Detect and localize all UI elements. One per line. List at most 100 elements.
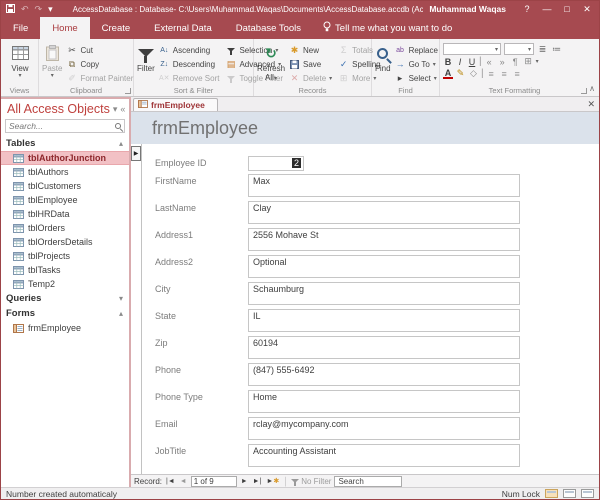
align-center-icon[interactable]: ≡ [499, 69, 510, 79]
view-button[interactable]: View▾ [4, 41, 36, 85]
record-selector-bar[interactable]: ▶ [131, 144, 142, 474]
field-input-phone-type[interactable]: Home [248, 390, 520, 413]
field-input-state[interactable]: IL [248, 309, 520, 332]
field-input-jobtitle[interactable]: Accounting Assistant [248, 444, 520, 467]
next-record-button[interactable]: ► [240, 478, 249, 485]
sidebar-item-frmEmployee[interactable]: frmEmployee [1, 321, 129, 335]
sidebar-item-tblCustomers[interactable]: tblCustomers [1, 179, 129, 193]
paste-button[interactable]: Paste▾ [42, 41, 62, 85]
customize-qat-icon[interactable]: ▾ [48, 4, 53, 15]
field-input-address1[interactable]: 2556 Mohave St [248, 228, 520, 251]
italic-button[interactable]: I [455, 57, 465, 67]
no-filter-button[interactable]: No Filter [291, 477, 331, 486]
filter-icon [138, 49, 154, 57]
text-formatting-dialog-launcher[interactable] [581, 88, 587, 94]
descending-button[interactable]: Z↓Descending [157, 57, 222, 71]
sidebar-item-tblAuthorJunction[interactable]: tblAuthorJunction [1, 151, 129, 165]
last-record-button[interactable]: ►| [252, 478, 263, 485]
ascending-button[interactable]: A↓Ascending [157, 43, 222, 57]
forms-collapse-icon[interactable]: ▴ [119, 309, 123, 318]
tables-collapse-icon[interactable]: ▴ [119, 139, 123, 148]
font-name-select[interactable]: ▾ [443, 43, 501, 55]
new-record-button[interactable]: ✱New [287, 43, 334, 57]
design-view-icon[interactable] [581, 489, 594, 498]
section-tables[interactable]: Tables ▴ [1, 136, 129, 151]
redo-icon[interactable]: ↷ [35, 4, 43, 15]
help-button[interactable]: ? [520, 4, 534, 14]
tab-home[interactable]: Home [40, 17, 89, 39]
nav-pane-title[interactable]: All Access Objects ▾ « [1, 99, 129, 118]
sidebar-item-tblHRData[interactable]: tblHRData [1, 207, 129, 221]
tab-external-data[interactable]: External Data [142, 17, 224, 39]
clipboard-dialog-launcher[interactable] [125, 88, 131, 94]
sidebar-item-tblOrdersDetails[interactable]: tblOrdersDetails [1, 235, 129, 249]
filter-button[interactable]: Filter [137, 41, 155, 85]
account-name[interactable]: Muhammad Waqas [429, 4, 506, 14]
increase-indent-icon[interactable]: » [497, 57, 508, 67]
field-input-phone[interactable]: (847) 555-6492 [248, 363, 520, 386]
format-painter-button[interactable]: ✐Format Painter [64, 71, 135, 85]
copy-button[interactable]: ⧉Copy [64, 57, 135, 71]
sidebar-item-tblAuthors[interactable]: tblAuthors [1, 165, 129, 179]
field-input-lastname[interactable]: Clay [248, 201, 520, 224]
field-input-email[interactable]: rclay@mycompany.com [248, 417, 520, 440]
sidebar-item-tblTasks[interactable]: tblTasks [1, 263, 129, 277]
section-forms[interactable]: Forms ▴ [1, 306, 129, 321]
maximize-button[interactable]: □ [560, 4, 574, 14]
paragraph-direction-icon[interactable]: ¶ [510, 57, 521, 67]
font-color-button[interactable]: A [443, 68, 453, 79]
field-input-city[interactable]: Schaumburg [248, 282, 520, 305]
gridlines-icon[interactable]: ⊞ [523, 56, 534, 67]
form-view-icon[interactable] [545, 489, 558, 498]
field-input-zip[interactable]: 60194 [248, 336, 520, 359]
queries-expand-icon[interactable]: ▾ [119, 294, 123, 303]
bold-button[interactable]: B [443, 57, 453, 67]
minimize-button[interactable]: — [540, 4, 554, 14]
close-button[interactable]: ✕ [580, 4, 594, 15]
undo-icon[interactable]: ↶ [21, 4, 29, 15]
previous-record-button[interactable]: ◄ [179, 478, 188, 485]
first-record-button[interactable]: |◄ [165, 478, 176, 485]
nav-pane-menu-icon[interactable]: ▾ [113, 104, 118, 115]
replace-button[interactable]: abReplace [393, 43, 440, 57]
field-input-employee-id[interactable]: 2 [248, 156, 304, 171]
tell-me-box[interactable]: Tell me what you want to do [313, 17, 462, 39]
sidebar-item-tblOrders[interactable]: tblOrders [1, 221, 129, 235]
datasheet-view-icon[interactable] [563, 489, 576, 498]
align-right-icon[interactable]: ≡ [512, 69, 523, 79]
tab-file[interactable]: File [1, 17, 40, 39]
record-search-input[interactable]: Search [334, 476, 402, 487]
font-size-select[interactable]: ▾ [504, 43, 534, 55]
tab-frmEmployee[interactable]: frmEmployee [133, 98, 218, 111]
decrease-indent-icon[interactable]: « [484, 57, 495, 67]
field-input-address2[interactable]: Optional [248, 255, 520, 278]
bullets-icon[interactable]: ≣ [537, 44, 548, 55]
sidebar-item-tblProjects[interactable]: tblProjects [1, 249, 129, 263]
tab-create[interactable]: Create [90, 17, 143, 39]
tab-database-tools[interactable]: Database Tools [224, 17, 313, 39]
close-form-button[interactable]: ✕ [587, 99, 595, 110]
select-button[interactable]: ▸Select▾ [393, 71, 440, 85]
highlight-button[interactable]: ✎ [455, 68, 466, 79]
field-input-firstname[interactable]: Max [248, 174, 520, 197]
refresh-all-button[interactable]: ↻ Refresh All▾ [257, 41, 285, 85]
go-to-button[interactable]: →Go To▾ [393, 57, 440, 71]
new-blank-record-button[interactable]: ►✱ [265, 477, 280, 485]
sidebar-item-Temp2[interactable]: Temp2 [1, 277, 129, 291]
save-record-button[interactable]: Save [287, 57, 334, 71]
record-position-input[interactable]: 1 of 9 [191, 476, 237, 487]
nav-search-input[interactable]: Search... [5, 119, 125, 133]
numbering-icon[interactable]: ≔ [551, 44, 562, 55]
collapse-ribbon-button[interactable]: ∧ [589, 84, 595, 93]
cut-button[interactable]: ✂Cut [64, 43, 135, 57]
remove-sort-button[interactable]: A✕Remove Sort [157, 71, 222, 85]
sidebar-item-tblEmployee[interactable]: tblEmployee [1, 193, 129, 207]
underline-button[interactable]: U [467, 57, 477, 67]
find-button[interactable]: Find [375, 41, 391, 85]
delete-record-button[interactable]: ✕Delete▾ [287, 71, 334, 85]
section-queries[interactable]: Queries ▾ [1, 291, 129, 306]
shutter-close-icon[interactable]: « [120, 104, 125, 114]
background-fill-button[interactable]: ◇ [468, 68, 479, 79]
align-left-icon[interactable]: ≡ [486, 69, 497, 79]
save-icon[interactable] [6, 4, 15, 15]
